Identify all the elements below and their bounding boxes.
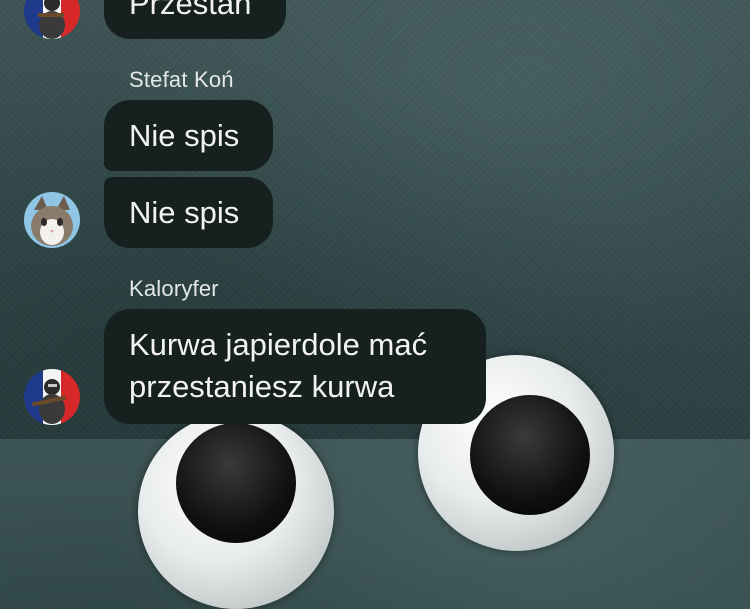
avatar-soldier[interactable] — [24, 369, 80, 425]
sender-name: Stefat Koń — [129, 67, 234, 92]
sender-name: Kaloryfer — [129, 276, 219, 301]
message-text-line: przestaniesz kurwa — [129, 369, 395, 404]
message-bubble[interactable]: Nie spis — [104, 100, 273, 171]
message-text: Przestań — [129, 0, 252, 21]
avatar-cat[interactable] — [24, 192, 80, 248]
googly-eye-pupil — [176, 423, 296, 543]
message-bubble[interactable]: Przestań — [104, 0, 286, 39]
soldier-flag-icon — [24, 0, 80, 39]
cat-icon — [24, 192, 80, 248]
chat-screen: { "messages": [ { "sender": "", "text": … — [0, 0, 750, 609]
message-bubble[interactable]: Nie spis — [104, 177, 273, 248]
googly-eye-sticker-left — [138, 413, 334, 609]
googly-eye-pupil — [470, 395, 590, 515]
message-text: Nie spis — [129, 118, 240, 153]
soldier-flag-icon — [24, 369, 80, 425]
message-text: Nie spis — [129, 195, 240, 230]
message-text-line: Kurwa japierdole mać — [129, 327, 428, 362]
message-bubble[interactable]: Kurwa japierdole mać przestaniesz kurwa — [104, 309, 486, 424]
avatar-soldier[interactable] — [24, 0, 80, 39]
